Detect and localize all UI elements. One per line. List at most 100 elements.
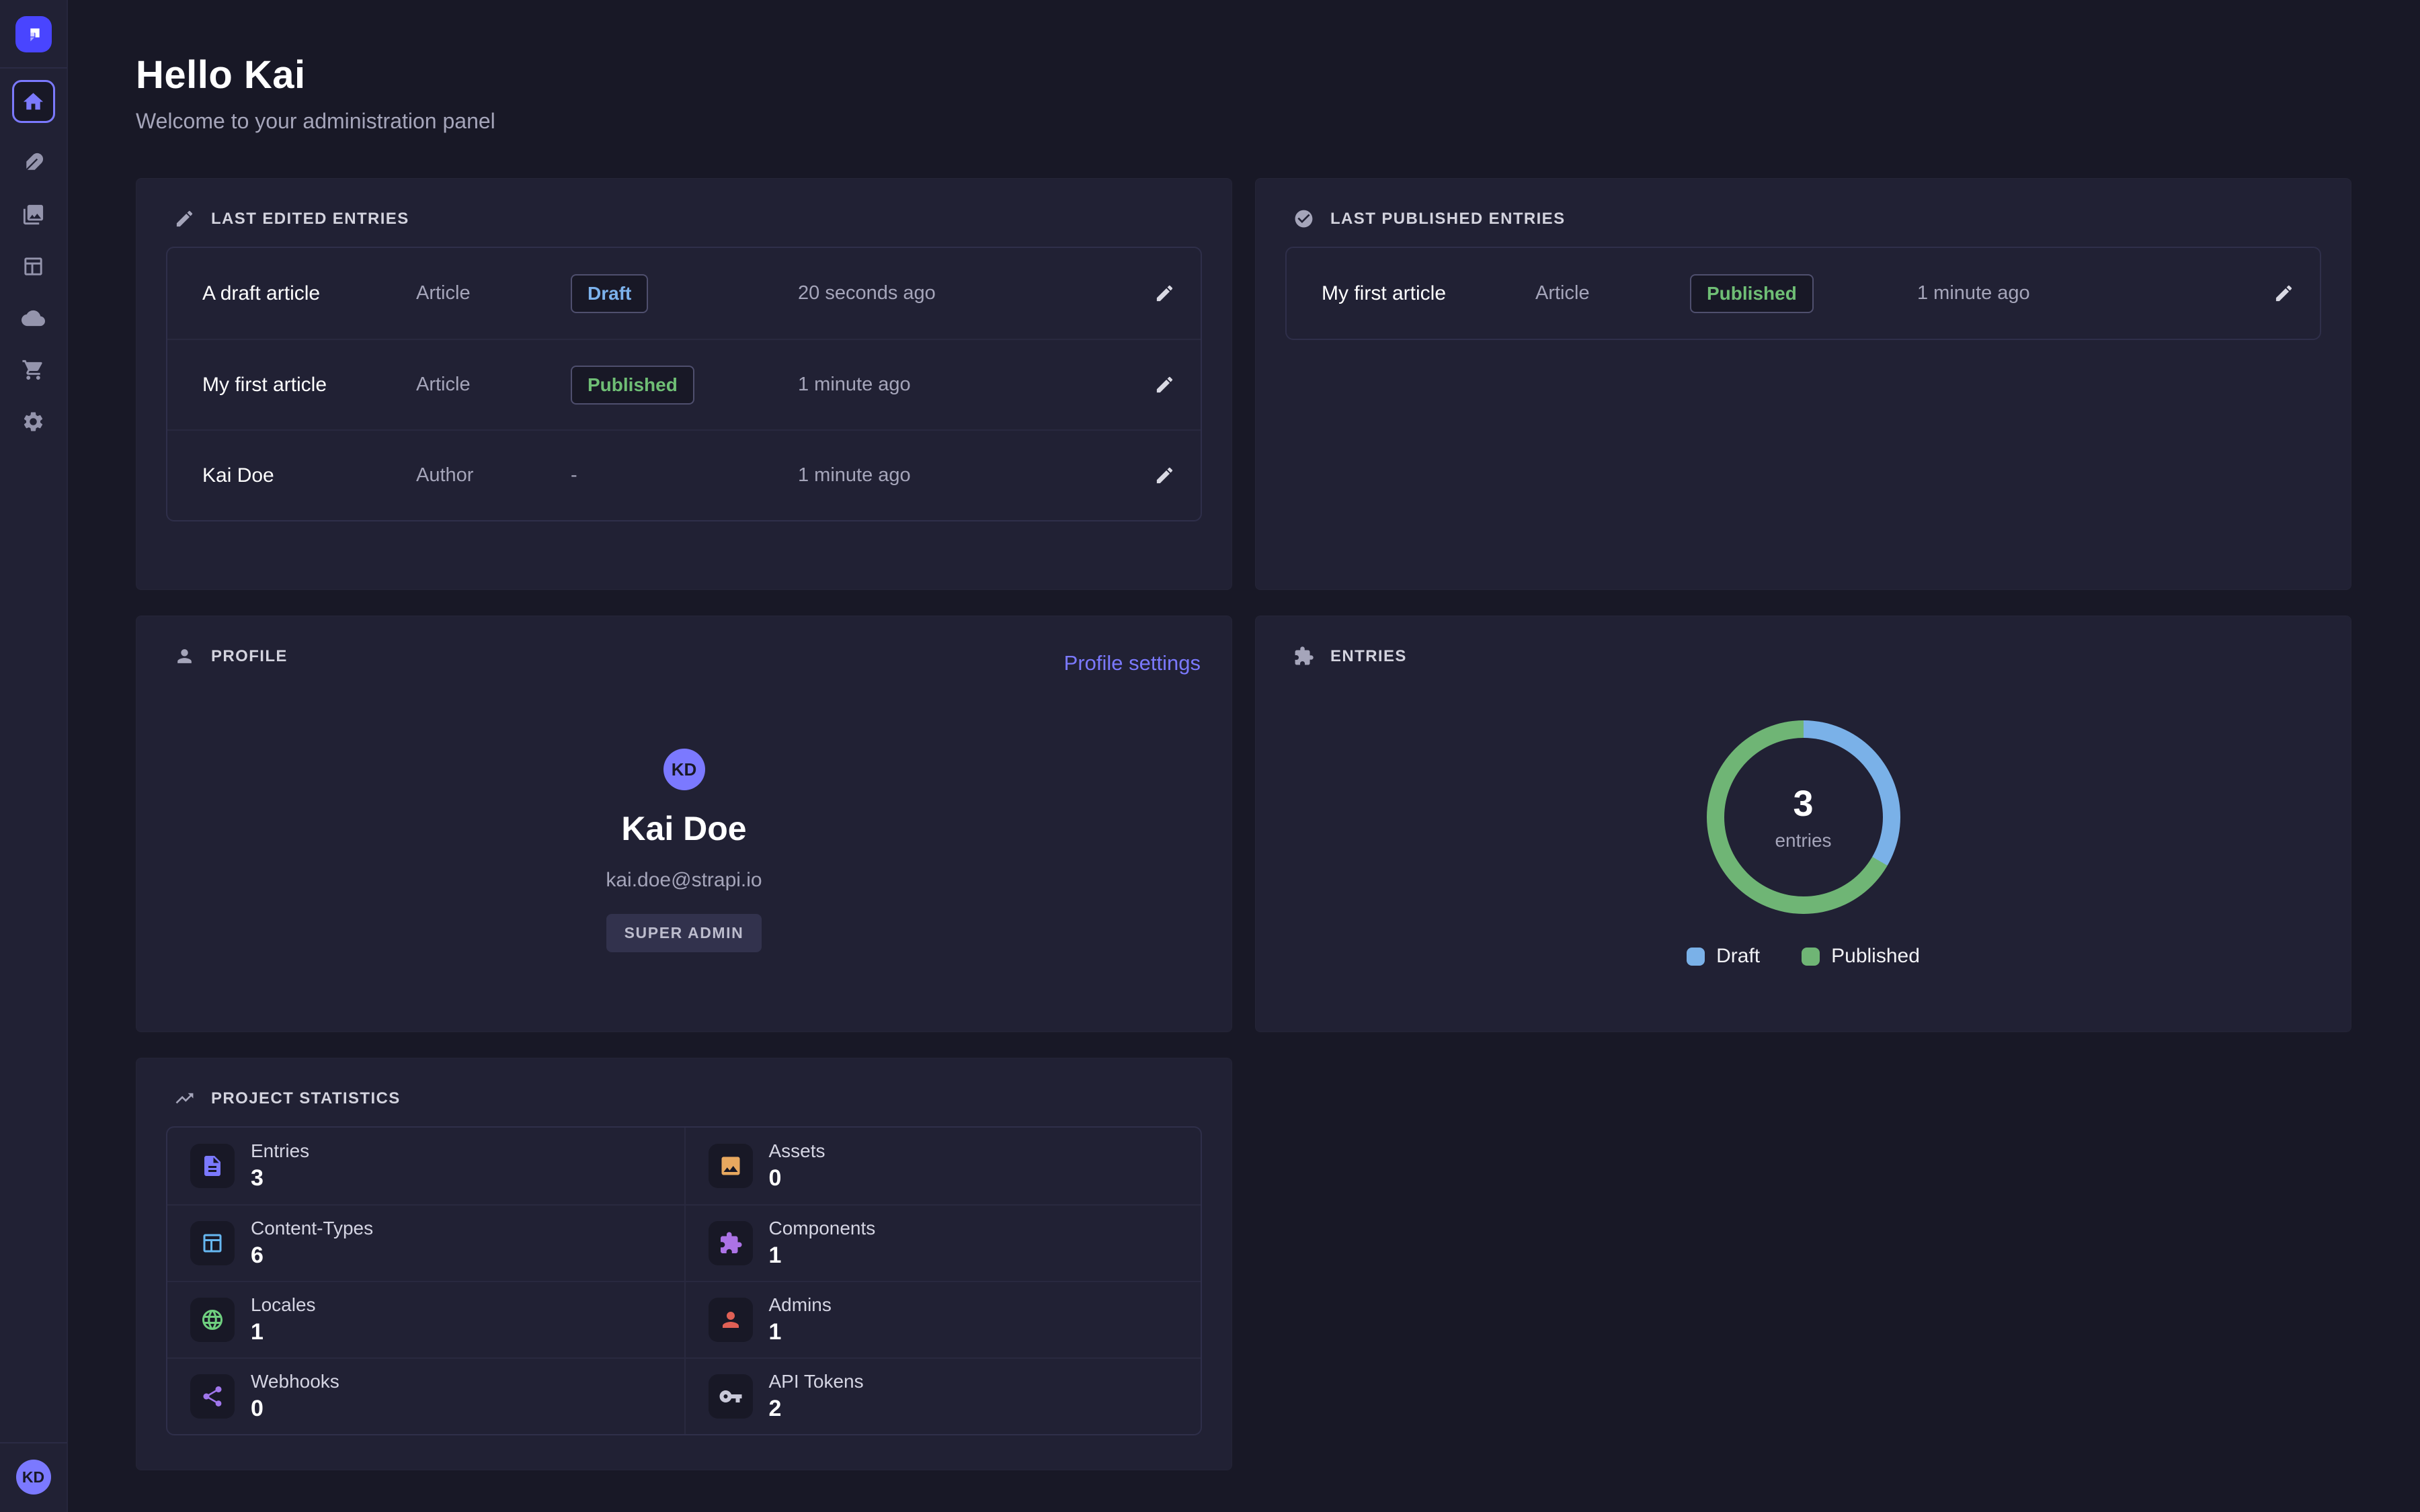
stat-components: Components1 — [684, 1204, 1201, 1281]
cloud-icon — [22, 306, 45, 330]
stat-label: Webhooks — [251, 1371, 339, 1392]
entry-title: Kai Doe — [202, 464, 416, 487]
avatar: KD — [663, 749, 705, 790]
role-badge: SUPER ADMIN — [606, 914, 762, 952]
published-swatch — [1802, 948, 1820, 966]
pencil-icon — [1154, 465, 1175, 486]
sidebar-bottom: KD — [0, 1442, 67, 1512]
entry-updated-time: 1 minute ago — [798, 464, 1120, 487]
last-edited-entries-card: LAST EDITED ENTRIES A draft article Arti… — [136, 178, 1232, 590]
donut-value: 3 — [1793, 783, 1813, 825]
card-title: ENTRIES — [1330, 647, 1407, 666]
project-statistics-card: PROJECT STATISTICS Entries3 Assets0 Cont… — [136, 1058, 1232, 1470]
puzzle-icon — [709, 1221, 753, 1265]
person-icon — [174, 646, 195, 667]
edit-entry-button[interactable] — [1148, 278, 1180, 310]
home-icon — [22, 90, 45, 114]
stat-value: 1 — [251, 1319, 316, 1345]
sidebar-item-media-library[interactable] — [22, 203, 45, 226]
entry-status-cell: Published — [571, 366, 798, 405]
user-avatar[interactable]: KD — [16, 1460, 51, 1495]
stat-label: Components — [769, 1218, 876, 1239]
sidebar: KD — [0, 0, 68, 1512]
stat-value: 1 — [769, 1319, 832, 1345]
sidebar-item-home[interactable] — [12, 80, 55, 123]
project-statistics-header: PROJECT STATISTICS — [174, 1088, 1202, 1109]
donut-center: 3 entries — [1724, 738, 1883, 896]
stat-admins: Admins1 — [684, 1281, 1201, 1357]
puzzle-icon — [1293, 646, 1314, 667]
card-title: PROJECT STATISTICS — [211, 1089, 401, 1108]
layout-icon — [22, 255, 45, 278]
card-title: LAST PUBLISHED ENTRIES — [1330, 210, 1566, 228]
stat-assets: Assets0 — [684, 1128, 1201, 1204]
sidebar-item-content-manager[interactable] — [22, 151, 45, 175]
stat-value: 0 — [251, 1396, 339, 1422]
profile-body: KD Kai Doe kai.doe@strapi.io SUPER ADMIN — [166, 749, 1202, 952]
stat-label: Locales — [251, 1294, 316, 1316]
entry-updated-time: 20 seconds ago — [798, 282, 1120, 304]
status-badge: Published — [571, 366, 694, 405]
cards-grid: LAST EDITED ENTRIES A draft article Arti… — [136, 178, 2351, 1470]
entry-doctype: Article — [1535, 282, 1690, 304]
file-icon — [190, 1144, 235, 1188]
entries-header: ENTRIES — [1293, 646, 2321, 667]
table-row[interactable]: My first article Article Published 1 min… — [167, 339, 1201, 429]
person-icon — [709, 1298, 753, 1342]
globe-icon — [190, 1298, 235, 1342]
last-edited-table: A draft article Article Draft 20 seconds… — [166, 247, 1202, 521]
strapi-logo[interactable] — [15, 16, 52, 52]
sidebar-item-marketplace[interactable] — [22, 358, 45, 382]
profile-name: Kai Doe — [621, 809, 746, 848]
stat-webhooks: Webhooks 0 — [167, 1357, 684, 1434]
sidebar-item-deploy[interactable] — [22, 306, 45, 330]
strapi-logo-icon — [23, 24, 44, 45]
entry-status-cell: - — [571, 464, 798, 487]
pencil-icon — [1154, 374, 1175, 395]
profile-settings-link[interactable]: Profile settings — [1064, 651, 1201, 675]
stat-value: 6 — [251, 1243, 373, 1269]
trending-up-icon — [174, 1088, 195, 1109]
profile-email: kai.doe@strapi.io — [606, 869, 762, 892]
feather-pen-icon — [22, 151, 45, 175]
sidebar-item-content-type-builder[interactable] — [22, 255, 45, 278]
card-title: PROFILE — [211, 647, 288, 666]
sidebar-divider-bottom — [0, 1442, 67, 1443]
last-published-table: My first article Article Published 1 min… — [1285, 247, 2321, 340]
edit-entry-button[interactable] — [1148, 460, 1180, 492]
stat-entries: Entries3 — [167, 1128, 684, 1204]
profile-card: PROFILE Profile settings KD Kai Doe kai.… — [136, 616, 1232, 1032]
legend-item-published: Published — [1802, 945, 1920, 968]
image-icon — [709, 1144, 753, 1188]
pencil-icon — [1154, 283, 1175, 304]
entry-updated-time: 1 minute ago — [1917, 282, 2239, 304]
last-published-entries-card: LAST PUBLISHED ENTRIES My first article … — [1255, 178, 2351, 590]
table-row[interactable]: A draft article Article Draft 20 seconds… — [167, 248, 1201, 339]
stat-api-tokens: API Tokens2 — [684, 1357, 1201, 1434]
profile-header: PROFILE — [174, 646, 1202, 667]
status-badge: Published — [1690, 274, 1814, 313]
check-circle-icon — [1293, 208, 1314, 229]
main-content: Hello Kai Welcome to your administration… — [68, 0, 2420, 1512]
entry-title: My first article — [1322, 282, 1535, 305]
chart-legend: Draft Published — [1687, 945, 1920, 968]
donut-label: entries — [1775, 830, 1831, 851]
draft-swatch — [1687, 948, 1705, 966]
table-row[interactable]: Kai Doe Author - 1 minute ago — [167, 429, 1201, 520]
entry-updated-time: 1 minute ago — [798, 374, 1120, 396]
sidebar-item-settings[interactable] — [22, 410, 45, 433]
sidebar-divider-top — [0, 67, 67, 69]
entry-status-cell: Published — [1690, 274, 1917, 313]
stats-grid: Entries3 Assets0 Content-Types6 Componen… — [166, 1126, 1202, 1435]
table-row[interactable]: My first article Article Published 1 min… — [1287, 248, 2320, 339]
edit-entry-button[interactable] — [2267, 278, 2300, 310]
entries-chart: 3 entries Draft Published — [1285, 667, 2321, 968]
entry-doctype: Article — [416, 374, 571, 396]
edit-entry-button[interactable] — [1148, 369, 1180, 401]
entry-doctype: Article — [416, 282, 571, 304]
status-empty: - — [571, 464, 577, 486]
pencil-icon — [174, 208, 195, 229]
legend-label: Published — [1831, 945, 1920, 968]
legend-item-draft: Draft — [1687, 945, 1760, 968]
entries-chart-card: ENTRIES 3 entries Draft Publis — [1255, 616, 2351, 1032]
